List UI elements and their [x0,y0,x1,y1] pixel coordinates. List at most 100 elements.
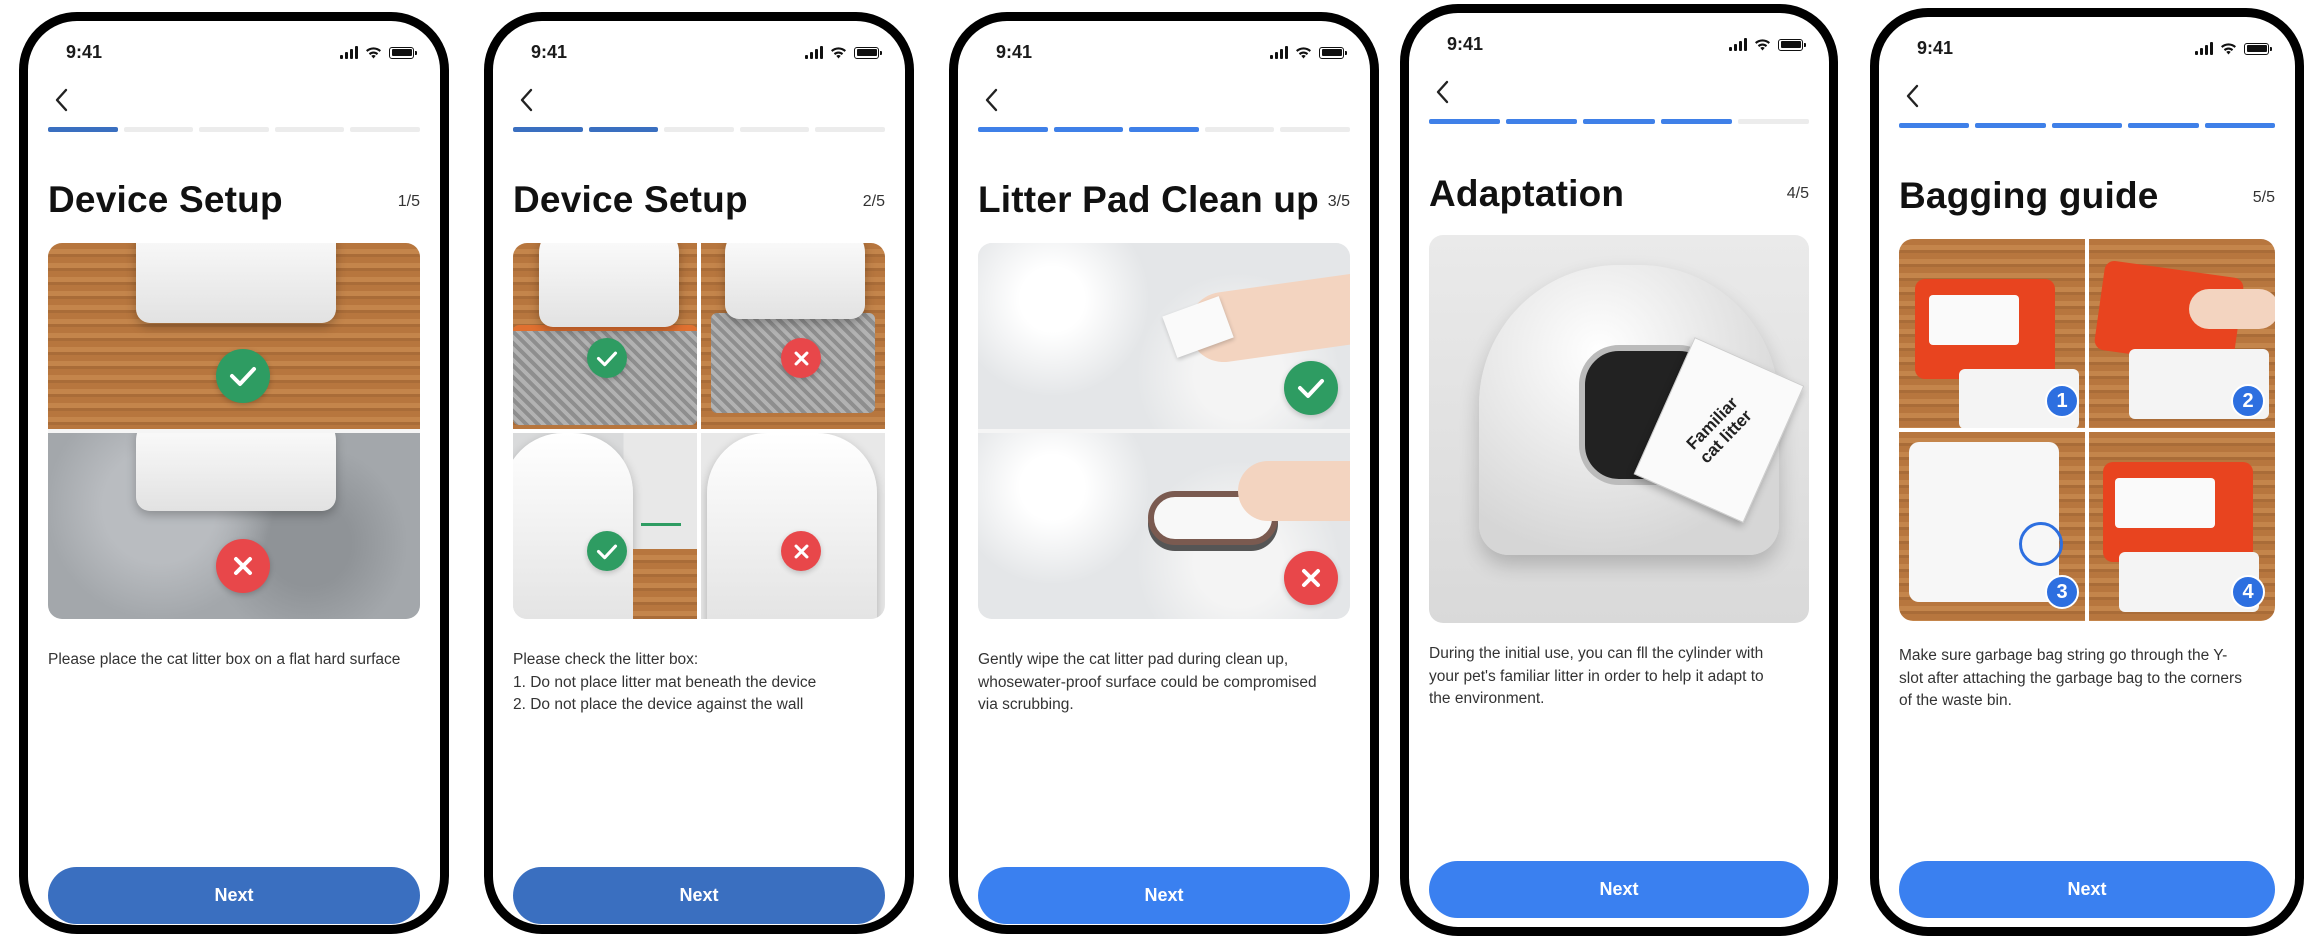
instruction-line: Gently wipe the cat litter pad during cl… [978,651,1289,668]
progress-segment [1429,119,1501,124]
step-progress [1429,119,1810,124]
page-title: Device Setup [48,179,283,220]
progress-segment [274,127,345,132]
instruction-text: Make sure garbage bag string go through … [1899,645,2275,713]
cross-icon [781,338,821,378]
next-button[interactable]: Next [1429,861,1809,918]
back-chevron-icon [1906,84,1919,108]
checkmark-icon [216,349,270,403]
status-time: 9:41 [531,42,568,62]
battery-icon [854,46,882,59]
wifi-icon [366,47,381,59]
status-bar: 9:41 [1879,38,2295,68]
back-button[interactable] [1897,81,1927,111]
progress-segment [1660,119,1732,124]
illustration: Familiar cat litter [1429,235,1809,623]
litter-bag-label: Familiar cat litter [1682,393,1756,467]
signal-icon [1270,46,1288,59]
back-chevron-icon [985,88,998,112]
progress-segment [2128,123,2199,128]
phone-screen-4: 9:41 Adaptation 4/5 Familiar cat litter … [1400,4,1838,936]
next-button[interactable]: Next [1899,861,2275,918]
instruction-line: via scrubbing. [978,696,1074,713]
progress-segment [123,127,194,132]
progress-segment [48,127,118,132]
cross-icon [781,531,821,571]
status-time: 9:41 [66,42,103,62]
next-button[interactable]: Next [513,867,885,924]
progress-segment [1204,127,1275,132]
back-button[interactable] [976,85,1006,115]
page-title: Device Setup [513,179,748,220]
next-button[interactable]: Next [48,867,420,924]
back-chevron-icon [1436,80,1449,104]
phone-screen-1: 9:41 Device Setup 1/5 Please place the c… [19,12,449,934]
back-chevron-icon [55,88,68,112]
page-title: Adaptation [1429,173,1625,214]
instruction-line: Please check the litter box: [513,651,699,668]
wifi-icon [831,47,846,59]
instruction-text: Gently wipe the cat litter pad during cl… [978,649,1350,717]
back-chevron-icon [520,88,533,112]
wrong-mat-image [701,243,885,429]
checkmark-icon [587,531,627,571]
progress-segment [1280,127,1350,132]
progress-segment [199,127,269,132]
progress-segment [2204,123,2276,128]
battery-icon [1778,38,1806,51]
illustration [978,243,1350,619]
phone-screen-5: 9:41 Bagging guide 5/5 1 2 3 4 Make sure… [1870,8,2304,936]
checkmark-icon [1284,361,1338,415]
next-button[interactable]: Next [978,867,1350,924]
progress-segment [815,127,885,132]
back-button[interactable] [46,85,76,115]
signal-icon [805,46,823,59]
progress-segment [1737,119,1810,124]
progress-segment [2051,123,2123,128]
instruction-line: the environment. [1429,690,1545,707]
phone-screen-3: 9:41 Litter Pad Clean up 3/5 Gently wipe [949,12,1379,934]
progress-segment [1975,123,2046,128]
step-counter: 4/5 [1786,185,1809,202]
back-button[interactable] [1427,77,1457,107]
step-number-badge: 4 [2231,575,2265,609]
wifi-icon [2221,43,2236,55]
status-time: 9:41 [1447,34,1484,54]
signal-icon [1729,38,1747,51]
illustration [513,243,885,619]
instruction-text: During the initial use, you can fll the … [1429,643,1809,711]
instruction-line: Please place the cat litter box on a fla… [48,651,401,668]
progress-segment [1129,127,1199,132]
page-title: Litter Pad Clean up [978,179,1319,220]
correct-mat-image [513,243,697,429]
progress-segment [1899,123,1970,128]
status-bar: 9:41 [28,42,440,72]
status-time: 9:41 [1917,38,1954,58]
instruction-line: Make sure garbage bag string go through … [1899,647,2228,664]
battery-icon [2244,42,2272,55]
instruction-line: 2. Do not place the device against the w… [513,696,804,713]
back-button[interactable] [511,85,541,115]
wifi-icon [1296,47,1311,59]
checkmark-icon [587,338,627,378]
status-time: 9:41 [996,42,1033,62]
step-counter: 5/5 [2252,189,2275,206]
status-bar: 9:41 [958,42,1370,72]
progress-segment [1053,127,1124,132]
step-counter: 3/5 [1327,193,1350,210]
page-title: Bagging guide [1899,175,2159,216]
battery-icon [1319,46,1347,59]
instruction-text: Please check the litter box: 1. Do not p… [513,649,885,717]
progress-segment [1583,119,1655,124]
step-number-badge: 3 [2045,575,2079,609]
step-progress [48,127,420,132]
status-bar: 9:41 [493,42,905,72]
status-bar: 9:41 [1409,34,1829,64]
correct-wall-image [513,433,697,619]
illustration: 1 2 3 4 [1899,239,2275,621]
cross-icon [216,539,270,593]
step-counter: 1/5 [397,193,420,210]
progress-segment [664,127,734,132]
step-counter: 2/5 [862,193,885,210]
instruction-line: 1. Do not place litter mat beneath the d… [513,673,817,691]
